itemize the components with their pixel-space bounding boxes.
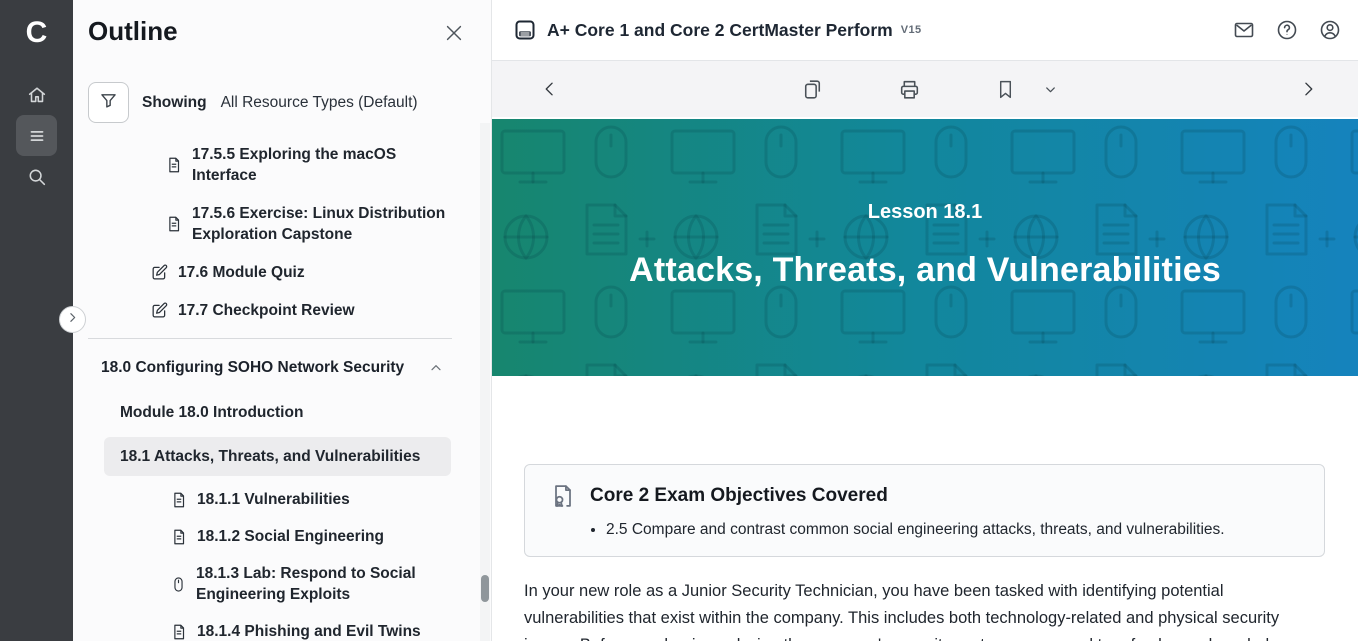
outline-item-18-1-selected[interactable]: 18.1 Attacks, Threats, and Vulnerabiliti… <box>104 437 451 476</box>
lesson-hero-banner: Lesson 18.1 Attacks, Threats, and Vulner… <box>492 119 1358 376</box>
bookmark-button[interactable] <box>994 78 1017 101</box>
outline-item-18-1-3[interactable]: 18.1.3 Lab: Respond to Social Engineerin… <box>73 563 477 605</box>
chevron-down-icon <box>1046 86 1055 92</box>
filter-current-value: All Resource Types (Default) <box>220 93 418 111</box>
close-outline-button[interactable] <box>443 22 465 44</box>
outline-item-18-1-4[interactable]: 18.1.4 Phishing and Evil Twins <box>73 621 477 641</box>
certificate-icon <box>549 482 577 510</box>
outline-item-label: 18.1.2 Social Engineering <box>197 528 384 545</box>
help-icon <box>1277 20 1297 40</box>
outline-item-module-18-0-intro[interactable]: Module 18.0 Introduction <box>73 402 477 423</box>
outline-item-label: 18.1 Attacks, Threats, and Vulnerabiliti… <box>120 448 421 465</box>
outline-panel: Outline Showing All Resource Types (Defa… <box>73 0 492 641</box>
outline-section-18-0[interactable]: 18.0 Configuring SOHO Network Security <box>73 359 477 377</box>
document-icon <box>170 528 188 546</box>
exam-objective-item: 2.5 Compare and contrast common social e… <box>606 519 1300 541</box>
filter-showing-label: Showing <box>142 93 207 111</box>
previous-page-button[interactable] <box>540 79 560 99</box>
rail-home-button[interactable] <box>16 74 57 115</box>
outline-item-17-5-5[interactable]: 17.5.5 Exploring the macOS Interface <box>73 144 477 186</box>
outline-item-label: 18.1.4 Phishing and Evil Twins <box>197 623 421 640</box>
app-window: C Outline Showing All Resource Types (De… <box>0 0 1358 641</box>
close-icon <box>443 25 465 48</box>
home-icon <box>26 84 48 106</box>
main-content-area: A+ Core 1 and Core 2 CertMaster Perform … <box>492 0 1358 641</box>
outline-item-label: 17.5.6 Exercise: Linux Distribution Expl… <box>192 205 446 243</box>
outline-scrollbar-track[interactable] <box>480 123 490 641</box>
user-account-icon <box>1320 20 1340 40</box>
copy-icon <box>804 79 821 99</box>
outline-item-17-5-6[interactable]: 17.5.6 Exercise: Linux Distribution Expl… <box>73 203 477 245</box>
outline-item-label: 18.1.3 Lab: Respond to Social Engineerin… <box>196 565 416 603</box>
outline-panel-title: Outline <box>88 16 178 46</box>
rail-search-button[interactable] <box>16 156 57 197</box>
document-icon <box>165 215 183 233</box>
outline-item-label: 17.5.5 Exploring the macOS Interface <box>192 146 397 184</box>
print-icon <box>900 80 919 99</box>
outline-item-17-7[interactable]: 17.7 Checkpoint Review <box>73 300 477 321</box>
exam-objectives-list: 2.5 Compare and contrast common social e… <box>606 519 1300 541</box>
exam-objectives-box: Core 2 Exam Objectives Covered 2.5 Compa… <box>524 464 1325 557</box>
outline-item-label: 17.6 Module Quiz <box>178 264 305 281</box>
toolbar-center-actions <box>560 77 1298 102</box>
exam-objectives-title: Core 2 Exam Objectives Covered <box>590 485 888 506</box>
course-title: A+ Core 1 and Core 2 CertMaster Perform <box>547 19 893 40</box>
filter-button[interactable] <box>88 82 129 123</box>
chevron-left-icon <box>545 82 553 96</box>
document-icon <box>170 623 188 641</box>
course-version-badge: V15 <box>900 24 922 36</box>
document-icon <box>165 156 183 174</box>
bookmark-icon <box>999 80 1012 98</box>
resource-filter-row: Showing All Resource Types (Default) <box>88 82 418 123</box>
rail-outline-button[interactable] <box>16 115 57 156</box>
lesson-intro-paragraph: In your new role as a Junior Security Te… <box>524 582 1287 641</box>
exam-objectives-header: Core 2 Exam Objectives Covered <box>549 482 1300 510</box>
outline-item-label: 17.7 Checkpoint Review <box>178 302 355 319</box>
lesson-number-label: Lesson 18.1 <box>867 201 983 223</box>
header-actions <box>1232 18 1342 42</box>
mail-icon <box>1234 22 1254 38</box>
outline-list-icon <box>26 125 48 147</box>
filter-funnel-icon <box>98 90 119 116</box>
outline-list: 17.5.5 Exploring the macOS Interface 17.… <box>73 123 477 641</box>
lesson-toolbar <box>492 61 1358 117</box>
quiz-edit-icon <box>150 263 169 282</box>
course-book-icon <box>513 18 537 42</box>
outline-item-label: Module 18.0 Introduction <box>120 404 304 421</box>
chevron-right-icon <box>66 311 79 329</box>
course-header: A+ Core 1 and Core 2 CertMaster Perform … <box>492 0 1358 61</box>
account-button[interactable] <box>1318 18 1342 42</box>
lab-mouse-icon <box>170 576 187 593</box>
outline-scrollbar-thumb[interactable] <box>481 575 489 602</box>
outline-section-label: 18.0 Configuring SOHO Network Security <box>101 359 405 376</box>
next-page-button[interactable] <box>1298 79 1318 99</box>
messages-button[interactable] <box>1232 18 1256 42</box>
outline-item-18-1-1[interactable]: 18.1.1 Vulnerabilities <box>73 489 477 510</box>
lesson-title: Attacks, Threats, and Vulnerabilities <box>629 251 1221 289</box>
comptia-logo[interactable]: C <box>14 10 60 56</box>
quiz-edit-icon <box>150 301 169 320</box>
help-button[interactable] <box>1275 18 1299 42</box>
outline-item-label: 18.1.1 Vulnerabilities <box>197 491 350 508</box>
chevron-right-icon <box>1305 82 1313 96</box>
copy-button[interactable] <box>800 77 825 102</box>
search-icon <box>26 166 48 188</box>
outline-item-18-1-2[interactable]: 18.1.2 Social Engineering <box>73 526 477 547</box>
outline-item-17-6[interactable]: 17.6 Module Quiz <box>73 262 477 283</box>
bookmark-menu-button[interactable] <box>1043 82 1058 97</box>
outline-section-divider <box>88 338 452 339</box>
chevron-up-icon <box>428 360 444 376</box>
panel-collapse-handle[interactable] <box>59 306 86 333</box>
print-button[interactable] <box>897 77 922 102</box>
tech-pattern-background <box>492 119 1358 376</box>
document-icon <box>170 491 188 509</box>
